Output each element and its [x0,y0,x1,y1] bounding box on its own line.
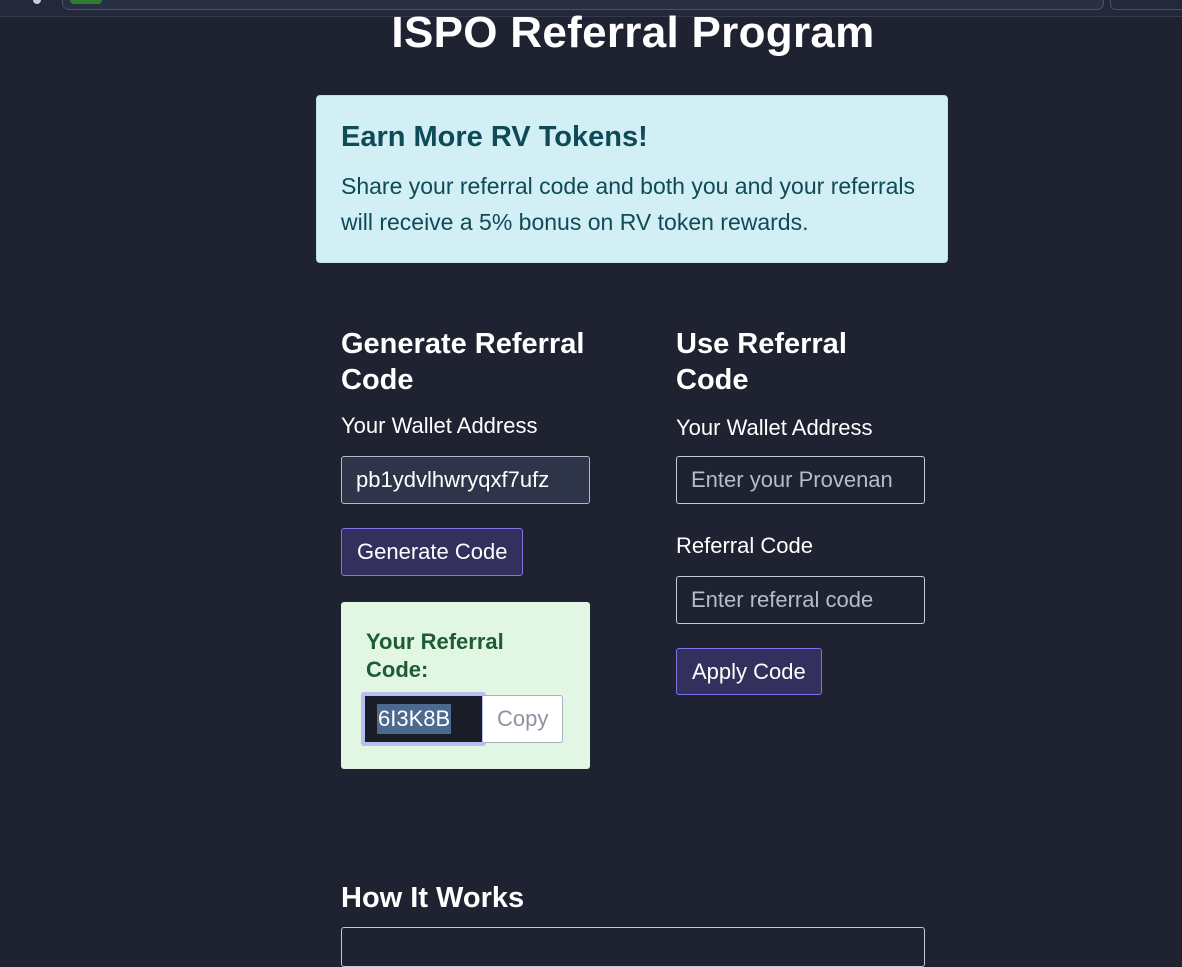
use-section-heading: Use Referral Code [676,328,847,396]
use-code-section: Use Referral Code Your Wallet Address Re… [676,326,926,695]
referral-code-result: Your Referral Code: 6I3K8B Copy [341,602,590,769]
how-it-works-heading: How It Works [341,882,525,914]
referral-code-value: 6I3K8B [377,704,452,734]
how-it-works-panel [341,927,925,967]
generate-wallet-label: Your Wallet Address [341,413,538,438]
page-title: ISPO Referral Program [391,8,875,57]
page-favicon-icon [33,0,41,4]
referral-code-result-label: Your Referral Code: [366,629,504,682]
info-alert-text: Share your referral code and both you an… [341,173,916,235]
site-security-badge[interactable] [70,0,102,4]
referral-code-input[interactable] [676,576,925,624]
referral-code-input-group: 6I3K8B Copy [361,692,564,746]
use-wallet-label: Your Wallet Address [676,415,873,440]
apply-code-button[interactable]: Apply Code [676,648,822,695]
info-alert: Earn More RV Tokens! Share your referral… [316,95,948,263]
info-alert-title: Earn More RV Tokens! [341,121,648,153]
generate-wallet-input[interactable] [341,456,590,504]
referral-code-field[interactable]: 6I3K8B [361,692,486,746]
referral-code-label: Referral Code [676,533,813,558]
generate-section-heading: Generate Referral Code [341,328,585,396]
use-wallet-input[interactable] [676,456,925,504]
generate-code-section: Generate Referral Code Your Wallet Addre… [341,326,591,576]
copy-code-button[interactable]: Copy [483,695,564,743]
generate-code-button[interactable]: Generate Code [341,528,524,576]
